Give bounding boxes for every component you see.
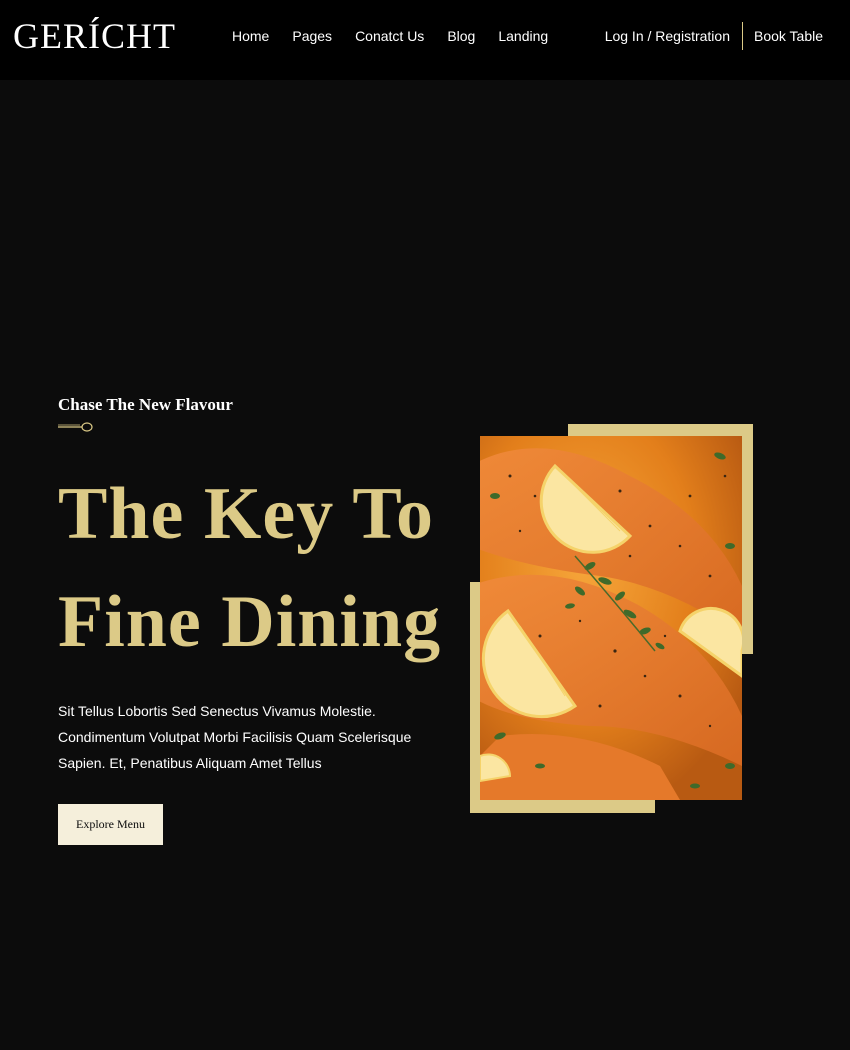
hero-subtitle: Chase The New Flavour <box>58 395 233 414</box>
nav-link-landing[interactable]: Landing <box>498 27 548 45</box>
hero-title: The Key To Fine Dining <box>58 460 441 676</box>
explore-menu-button[interactable]: Explore Menu <box>58 804 163 845</box>
nav-link-blog[interactable]: Blog <box>447 27 475 45</box>
nav-link-pages[interactable]: Pages <box>292 27 332 45</box>
login-registration-link[interactable]: Log In / Registration <box>605 28 730 44</box>
nav-divider <box>741 22 743 50</box>
hero-title-line2: Fine Dining <box>58 581 442 663</box>
book-table-link[interactable]: Book Table <box>754 28 823 44</box>
hero-food-image <box>480 436 742 800</box>
spoon-icon <box>58 422 93 432</box>
logo[interactable]: GERÍCHT <box>13 16 176 56</box>
nav-links: Home Pages Conatct Us Blog Landing <box>232 27 548 45</box>
nav-link-home[interactable]: Home <box>232 27 269 45</box>
nav-link-contact[interactable]: Conatct Us <box>355 27 424 45</box>
navbar: GERÍCHT Home Pages Conatct Us Blog Landi… <box>0 0 850 80</box>
hero-title-line1: The Key To <box>58 473 434 555</box>
nav-right: Log In / Registration Book Table <box>605 22 823 50</box>
landing-page: GERÍCHT Home Pages Conatct Us Blog Landi… <box>0 0 850 1050</box>
salmon-dish-illustration <box>480 436 742 800</box>
hero-description: Sit Tellus Lobortis Sed Senectus Vivamus… <box>58 703 412 771</box>
